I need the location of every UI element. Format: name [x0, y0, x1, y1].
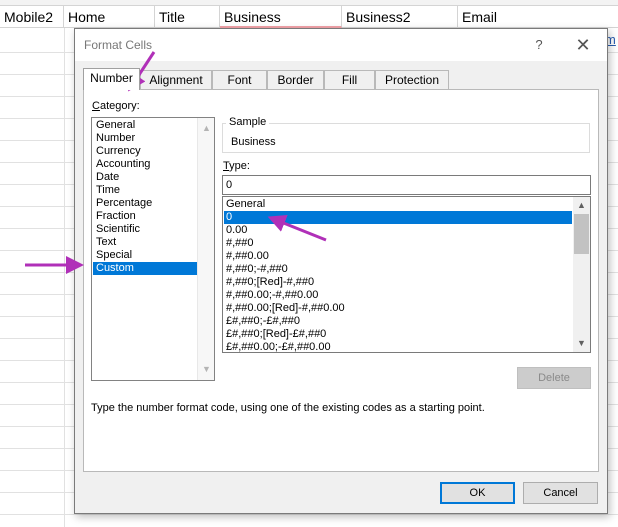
- format-cells-dialog: Format Cells ? ✕ Number Alignment Font B…: [74, 28, 608, 514]
- gridline: [64, 28, 65, 527]
- category-item-custom[interactable]: Custom: [93, 262, 197, 275]
- format-code-item[interactable]: #,##0: [224, 237, 572, 250]
- gridline: [0, 514, 618, 515]
- tab-protection[interactable]: Protection: [375, 70, 449, 90]
- category-item-general[interactable]: General: [93, 119, 197, 132]
- format-code-item[interactable]: General: [224, 198, 572, 211]
- format-code-listbox[interactable]: General 0 0.00 #,##0 #,##0.00 #,##0;-#,#…: [222, 196, 591, 353]
- tab-fill[interactable]: Fill: [324, 70, 375, 90]
- type-label: Type:: [223, 160, 250, 172]
- category-item-fraction[interactable]: Fraction: [93, 210, 197, 223]
- category-item-special[interactable]: Special: [93, 249, 197, 262]
- header-row: Mobile2 Home Title Business Business2 Em…: [0, 6, 618, 28]
- scroll-down-icon[interactable]: ▼: [573, 335, 590, 352]
- format-code-scrollbar[interactable]: ▲ ▼: [573, 197, 590, 352]
- tab-alignment[interactable]: Alignment: [140, 70, 212, 90]
- cell-home[interactable]: Home: [64, 6, 155, 28]
- cell-mobile2[interactable]: Mobile2: [0, 6, 64, 28]
- tab-number[interactable]: Number: [83, 68, 140, 90]
- number-tab-panel: Category: General Number Currency Accoun…: [83, 89, 599, 472]
- format-code-list: General 0 0.00 #,##0 #,##0.00 #,##0;-#,#…: [224, 198, 572, 352]
- scroll-up-icon[interactable]: ▲: [573, 197, 590, 214]
- category-item-accounting[interactable]: Accounting: [93, 158, 197, 171]
- category-item-text[interactable]: Text: [93, 236, 197, 249]
- format-code-item[interactable]: 0.00: [224, 224, 572, 237]
- format-code-item[interactable]: £#,##0;[Red]-£#,##0: [224, 328, 572, 341]
- category-item-time[interactable]: Time: [93, 184, 197, 197]
- category-listbox[interactable]: General Number Currency Accounting Date …: [91, 117, 215, 381]
- category-item-number[interactable]: Number: [93, 132, 197, 145]
- cell-title[interactable]: Title: [155, 6, 220, 28]
- category-item-currency[interactable]: Currency: [93, 145, 197, 158]
- category-item-scientific[interactable]: Scientific: [93, 223, 197, 236]
- delete-button[interactable]: Delete: [517, 367, 591, 389]
- category-label: Category:: [92, 100, 140, 112]
- format-code-item-selected[interactable]: 0: [224, 211, 572, 224]
- sample-group: [222, 123, 590, 153]
- cell-email[interactable]: Email: [458, 6, 618, 28]
- ok-button[interactable]: OK: [440, 482, 515, 504]
- dialog-titlebar[interactable]: Format Cells ? ✕: [75, 29, 607, 61]
- format-code-item[interactable]: #,##0.00: [224, 250, 572, 263]
- category-list: General Number Currency Accounting Date …: [93, 119, 197, 275]
- format-code-item[interactable]: #,##0;-#,##0: [224, 263, 572, 276]
- sample-legend: Sample: [226, 116, 270, 128]
- format-code-item[interactable]: #,##0.00;-#,##0.00: [224, 289, 572, 302]
- tab-font[interactable]: Font: [212, 70, 267, 90]
- cancel-button[interactable]: Cancel: [523, 482, 598, 504]
- close-button[interactable]: ✕: [572, 35, 594, 55]
- cell-business[interactable]: Business: [220, 6, 342, 28]
- format-code-item[interactable]: £#,##0;-£#,##0: [224, 315, 572, 328]
- cell-business2[interactable]: Business2: [342, 6, 458, 28]
- format-code-item[interactable]: #,##0;[Red]-#,##0: [224, 276, 572, 289]
- dialog-title: Format Cells: [84, 38, 153, 52]
- tab-border[interactable]: Border: [267, 70, 324, 90]
- format-code-item[interactable]: #,##0.00;[Red]-#,##0.00: [224, 302, 572, 315]
- format-description: Type the number format code, using one o…: [91, 402, 485, 414]
- category-item-percentage[interactable]: Percentage: [93, 197, 197, 210]
- category-item-date[interactable]: Date: [93, 171, 197, 184]
- help-button[interactable]: ?: [528, 35, 550, 55]
- scroll-thumb[interactable]: [574, 214, 589, 254]
- scroll-up-icon: ▲: [202, 123, 211, 133]
- type-input[interactable]: 0: [222, 175, 591, 195]
- category-scrollbar: ▲ ▼: [197, 118, 214, 380]
- sample-value: Business: [231, 136, 276, 148]
- scroll-down-icon: ▼: [202, 364, 211, 374]
- format-code-item[interactable]: £#,##0.00;-£#,##0.00: [224, 341, 572, 352]
